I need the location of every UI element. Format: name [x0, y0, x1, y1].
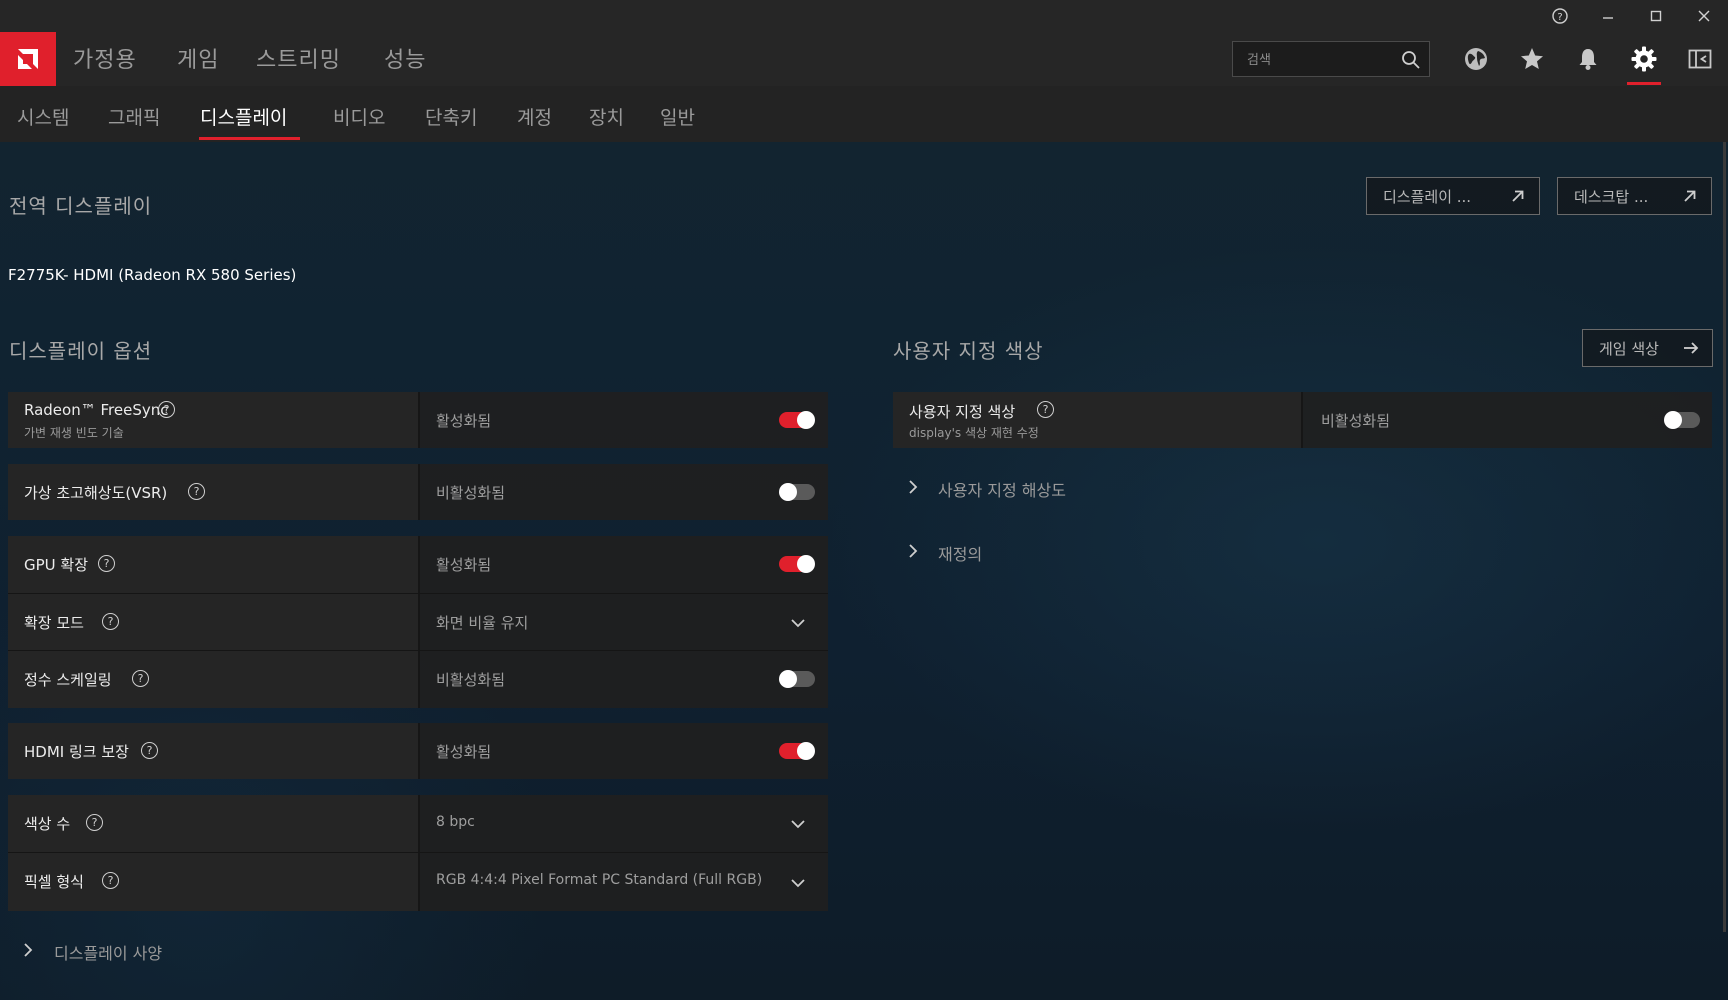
freesync-subtitle: 가변 재생 빈도 기술: [24, 426, 124, 440]
gpu-scaling-toggle[interactable]: [779, 555, 815, 573]
display-specs-label: 디스플레이 사양: [54, 944, 163, 963]
display-settings-label: 디스플레이 ...: [1383, 187, 1472, 206]
help-icon[interactable]: ?: [158, 401, 175, 418]
help-icon[interactable]: ?: [1037, 401, 1054, 418]
freesync-row: Radeon™ FreeSync ? 가변 재생 빈도 기술 활성화됨: [8, 392, 828, 448]
vsr-toggle[interactable]: [779, 483, 815, 501]
color-depth-value: 8 bpc: [436, 814, 475, 830]
hdmi-link-toggle[interactable]: [779, 742, 815, 760]
color-depth-row[interactable]: 색상 수 ? 8 bpc: [8, 795, 828, 852]
freesync-value: 활성화됨: [436, 412, 492, 430]
amd-logo-icon[interactable]: [0, 32, 56, 86]
tab-graphics[interactable]: 그래픽: [108, 103, 160, 130]
help-icon[interactable]: ?: [98, 555, 115, 572]
integer-scaling-row: 정수 스케일링 ? 비활성화됨: [8, 650, 828, 708]
display-settings-button[interactable]: 디스플레이 ...: [1366, 177, 1540, 215]
minimize-icon[interactable]: [1584, 0, 1632, 32]
help-icon[interactable]: ?: [141, 742, 158, 759]
custom-color-toggle[interactable]: [1664, 411, 1700, 429]
custom-color-value: 비활성화됨: [1321, 412, 1391, 430]
main-tab-streaming[interactable]: 스트리밍: [256, 42, 341, 74]
chevron-down-icon[interactable]: [790, 875, 806, 891]
color-depth-label: 색상 수: [24, 815, 71, 833]
help-icon[interactable]: ?: [102, 872, 119, 889]
display-options-title: 디스플레이 옵션: [9, 339, 153, 363]
hdmi-link-row: HDMI 링크 보장 ? 활성화됨: [8, 723, 828, 779]
freesync-label: Radeon™ FreeSync: [24, 401, 169, 419]
main-tab-performance[interactable]: 성능: [384, 42, 426, 74]
scaling-mode-value: 화면 비율 유지: [436, 614, 529, 632]
scaling-mode-label: 확장 모드: [24, 614, 84, 632]
chevron-down-icon[interactable]: [790, 615, 806, 631]
hdmi-link-label: HDMI 링크 보장: [24, 743, 129, 761]
help-icon[interactable]: ?: [132, 670, 149, 687]
tab-system[interactable]: 시스템: [17, 103, 69, 130]
hdmi-link-value: 활성화됨: [436, 743, 492, 761]
vsr-label: 가상 초고해상도(VSR): [24, 484, 168, 502]
close-icon[interactable]: [1680, 0, 1728, 32]
chevron-right-icon: [909, 480, 918, 494]
title-bar: [0, 0, 1728, 32]
game-color-button[interactable]: 게임 색상: [1582, 329, 1713, 367]
display-name: F2775K- HDMI (Radeon RX 580 Series): [8, 266, 297, 284]
pixel-format-label: 픽셀 형식: [24, 873, 84, 891]
vsr-value: 비활성화됨: [436, 484, 506, 502]
game-color-label: 게임 색상: [1599, 339, 1659, 358]
tab-video[interactable]: 비디오: [333, 103, 385, 130]
star-icon[interactable]: [1517, 44, 1547, 74]
arrow-right-icon: [1684, 342, 1699, 354]
search-box[interactable]: [1232, 41, 1430, 77]
tab-devices[interactable]: 장치: [589, 103, 624, 130]
search-input[interactable]: [1245, 48, 1399, 72]
custom-color-subtitle: display's 색상 재현 수정: [909, 426, 1039, 440]
chevron-down-icon[interactable]: [790, 816, 806, 832]
scrollbar[interactable]: [1723, 142, 1726, 932]
sidebar-icon[interactable]: [1685, 44, 1715, 74]
gpu-scaling-label: GPU 확장: [24, 556, 89, 574]
integer-scaling-value: 비활성화됨: [436, 671, 506, 689]
external-link-icon: [1684, 190, 1696, 202]
gear-icon[interactable]: [1629, 44, 1659, 74]
integer-scaling-label: 정수 스케일링: [24, 671, 112, 689]
main-tab-gaming[interactable]: 게임: [177, 42, 219, 74]
tab-hotkeys[interactable]: 단축키: [425, 103, 477, 130]
scaling-mode-row[interactable]: 확장 모드 ? 화면 비율 유지: [8, 593, 828, 651]
help-icon[interactable]: ?: [86, 814, 103, 831]
override-label: 재정의: [938, 545, 983, 564]
main-tab-home[interactable]: 가정용: [73, 42, 137, 74]
chevron-right-icon: [909, 544, 918, 558]
pixel-format-row[interactable]: 픽셀 형식 ? RGB 4:4:4 Pixel Format PC Standa…: [8, 852, 828, 911]
tab-display-indicator: [199, 137, 300, 140]
pixel-format-value: RGB 4:4:4 Pixel Format PC Standard (Full…: [436, 872, 763, 888]
globe-icon[interactable]: [1461, 44, 1491, 74]
freesync-toggle[interactable]: [779, 411, 815, 429]
help-icon[interactable]: ?: [102, 613, 119, 630]
svg-text:?: ?: [1557, 12, 1562, 23]
tab-general[interactable]: 일반: [660, 103, 695, 130]
desktop-settings-button[interactable]: 데스크탑 ...: [1557, 177, 1712, 215]
help-icon[interactable]: ?: [1536, 0, 1584, 32]
custom-color-label: 사용자 지정 색상: [909, 403, 1016, 421]
bell-icon[interactable]: [1573, 44, 1603, 74]
custom-color-row: 사용자 지정 색상 ? display's 색상 재현 수정 비활성화됨: [893, 392, 1712, 448]
page-title: 전역 디스플레이: [9, 194, 153, 218]
external-link-icon: [1512, 190, 1524, 202]
tab-display[interactable]: 디스플레이: [200, 103, 287, 130]
help-icon[interactable]: ?: [188, 483, 205, 500]
tab-account[interactable]: 계정: [517, 103, 552, 130]
gpu-scaling-value: 활성화됨: [436, 556, 492, 574]
settings-active-indicator: [1627, 82, 1661, 85]
vsr-row: 가상 초고해상도(VSR) ? 비활성화됨: [8, 464, 828, 520]
gpu-scaling-row: GPU 확장 ? 활성화됨: [8, 536, 828, 593]
search-icon[interactable]: [1401, 50, 1421, 70]
desktop-settings-label: 데스크탑 ...: [1574, 187, 1649, 206]
custom-color-title: 사용자 지정 색상: [893, 339, 1044, 363]
custom-resolution-label: 사용자 지정 해상도: [938, 481, 1066, 500]
integer-scaling-toggle[interactable]: [779, 670, 815, 688]
chevron-right-icon: [24, 943, 33, 957]
maximize-icon[interactable]: [1632, 0, 1680, 32]
